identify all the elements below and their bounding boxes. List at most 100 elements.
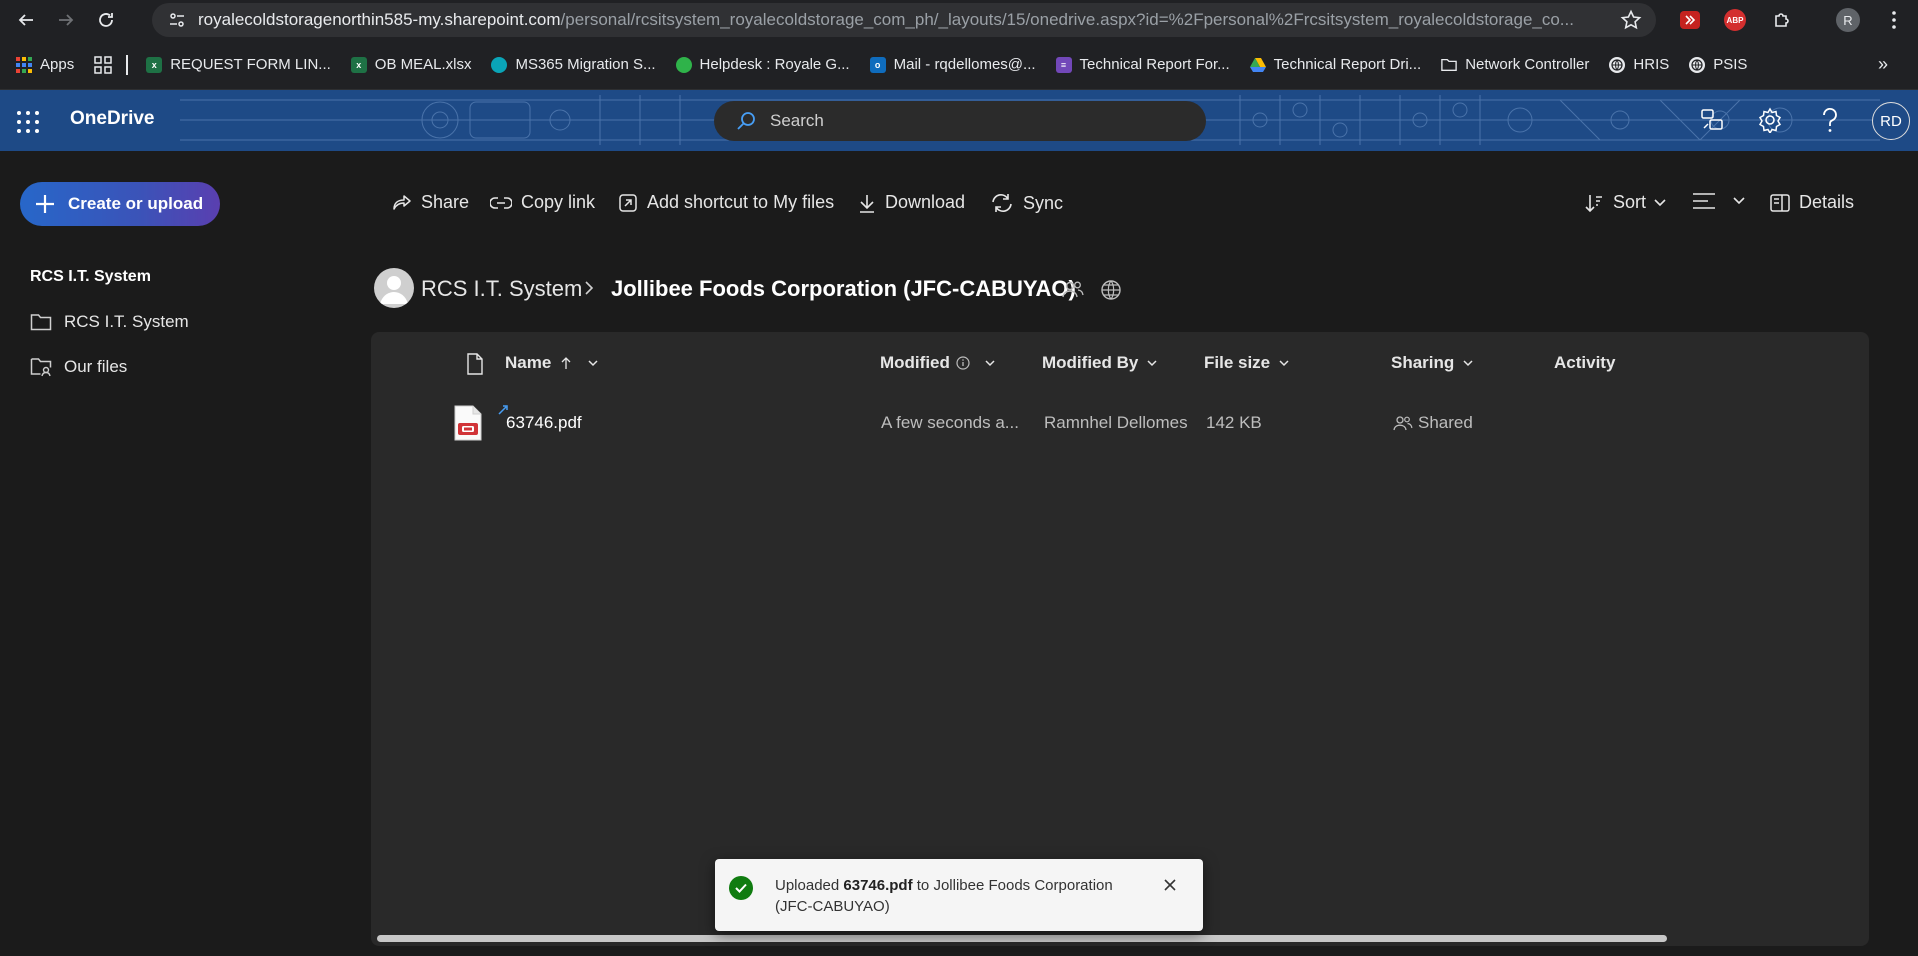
settings-gear-icon[interactable] — [1757, 107, 1783, 133]
feedback-icon[interactable] — [1699, 107, 1725, 133]
column-sharing[interactable]: Sharing — [1391, 353, 1474, 373]
bookmark-label: OB MEAL.xlsx — [374, 56, 472, 73]
address-bar[interactable]: royalecoldstoragenorthin585-my.sharepoin… — [152, 3, 1656, 37]
bookmark-label: Apps — [40, 56, 75, 73]
forward-icon[interactable] — [48, 2, 84, 38]
toast-file: 63746.pdf — [843, 877, 913, 894]
bookmark-request-form[interactable]: x REQUEST FORM LIN... — [146, 56, 331, 73]
file-name-link[interactable]: 63746.pdf — [506, 413, 582, 433]
bookmark-apps[interactable]: Apps — [16, 56, 74, 73]
file-type-header-icon[interactable] — [458, 353, 484, 375]
column-modified-by[interactable]: Modified By — [1042, 353, 1158, 373]
upload-toast: Uploaded 63746.pdf to Jollibee Foods Cor… — [715, 859, 1203, 931]
create-or-upload-button[interactable]: Create or upload — [20, 182, 220, 226]
column-modified[interactable]: Modified — [880, 353, 996, 373]
bookmark-network-controller[interactable]: Network Controller — [1441, 56, 1589, 73]
column-activity[interactable]: Activity — [1554, 353, 1615, 373]
sync-button[interactable]: Sync — [990, 192, 1063, 214]
app-title[interactable]: OneDrive — [70, 108, 154, 130]
bookmark-psis[interactable]: PSIS — [1689, 56, 1747, 73]
url-text[interactable]: royalecoldstoragenorthin585-my.sharepoin… — [198, 10, 1578, 30]
bookmark-label: Technical Report Dri... — [1273, 56, 1422, 73]
add-shortcut-icon — [619, 193, 637, 212]
excel-icon: x — [350, 56, 367, 73]
column-modified-by-label: Modified By — [1042, 353, 1139, 372]
link-icon — [490, 196, 512, 209]
download-icon — [860, 194, 874, 213]
back-icon[interactable] — [8, 2, 44, 38]
file-sharing-label: Shared — [1418, 413, 1473, 432]
user-avatar[interactable]: RD — [1872, 102, 1910, 140]
copy-link-button[interactable]: Copy link — [490, 192, 595, 213]
copy-link-label: Copy link — [521, 192, 596, 212]
site-info-icon[interactable] — [160, 3, 194, 37]
shared-people-icon[interactable] — [1062, 279, 1084, 299]
chevron-down-icon — [1733, 197, 1745, 205]
reload-icon[interactable] — [88, 2, 124, 38]
drive-icon — [1249, 57, 1266, 73]
search-icon — [736, 111, 756, 131]
app-launcher-icon[interactable] — [16, 110, 40, 134]
sidebar-item-our-files[interactable]: Our files — [30, 357, 127, 377]
migration-icon — [491, 56, 508, 73]
extensions-puzzle-icon[interactable] — [1768, 6, 1796, 34]
share-button[interactable]: Share — [392, 192, 469, 213]
toast-prefix: Uploaded — [775, 877, 840, 894]
bookmark-label: PSIS — [1713, 56, 1748, 73]
bookmark-ms365-migration[interactable]: MS365 Migration S... — [491, 56, 656, 73]
adblock-extension-icon[interactable]: ABP — [1724, 9, 1746, 31]
bookmark-label: MS365 Migration S... — [515, 56, 656, 73]
sidebar-item-rcs-it-system[interactable]: RCS I.T. System — [30, 312, 189, 332]
owner-avatar — [374, 268, 414, 308]
browser-menu-icon[interactable] — [1880, 6, 1908, 34]
create-label: Create or upload — [68, 194, 204, 213]
file-sharing[interactable]: Shared — [1393, 413, 1473, 433]
column-activity-label: Activity — [1554, 353, 1616, 372]
more-bookmarks-icon[interactable]: » — [1878, 54, 1888, 75]
headset-icon — [675, 56, 692, 73]
forms-icon: ≡ — [1055, 56, 1072, 73]
bookmark-ob-meal[interactable]: x OB MEAL.xlsx — [350, 56, 472, 73]
chevron-down-icon — [1147, 360, 1157, 367]
bookmark-helpdesk[interactable]: Helpdesk : Royale G... — [675, 56, 850, 73]
globe-icon — [1609, 56, 1626, 73]
search-input[interactable] — [770, 111, 1170, 131]
chevron-down-icon — [1279, 360, 1289, 367]
column-file-size[interactable]: File size — [1204, 353, 1290, 373]
bookmark-hris[interactable]: HRIS — [1609, 56, 1669, 73]
url-host: royalecoldstoragenorthin585-my.sharepoin… — [198, 10, 561, 29]
extension-red-icon[interactable] — [1680, 11, 1700, 29]
bookmark-tech-report-form[interactable]: ≡ Technical Report For... — [1055, 56, 1230, 73]
view-options-button[interactable] — [1692, 192, 1754, 210]
file-modified-by[interactable]: Ramnhel Dellomes — [1044, 413, 1188, 433]
help-icon[interactable] — [1820, 107, 1840, 133]
sort-button[interactable]: Sort — [1584, 192, 1675, 213]
sidebar-section-title[interactable]: RCS I.T. System — [30, 268, 151, 286]
column-sharing-label: Sharing — [1391, 353, 1455, 372]
breadcrumb-root[interactable]: RCS I.T. System — [421, 276, 582, 302]
breadcrumb-current-folder[interactable]: Jollibee Foods Corporation (JFC-CABUYAO) — [611, 276, 1076, 302]
bookmark-tech-report-drive[interactable]: Technical Report Dri... — [1249, 56, 1422, 73]
apps-grid-icon — [16, 56, 32, 73]
sidebar-item-label: RCS I.T. System — [64, 312, 189, 331]
horizontal-scrollbar[interactable] — [377, 935, 1667, 942]
download-button[interactable]: Download — [858, 192, 965, 213]
search-box[interactable] — [714, 101, 1206, 141]
column-name[interactable]: Name — [505, 353, 599, 373]
tab-groups-icon[interactable] — [94, 55, 112, 74]
add-shortcut-button[interactable]: Add shortcut to My files — [618, 192, 834, 213]
sync-icon — [992, 194, 1012, 212]
close-icon[interactable] — [1163, 878, 1177, 892]
file-modified: A few seconds a... — [881, 413, 1019, 432]
share-label: Share — [421, 192, 470, 212]
bookmark-mail[interactable]: o Mail - rqdellomes@... — [869, 56, 1036, 73]
sort-ascending-icon — [561, 357, 571, 369]
list-view-icon — [1693, 193, 1715, 209]
details-button[interactable]: Details — [1770, 192, 1854, 213]
globe-icon[interactable] — [1100, 279, 1122, 301]
bookmark-label: Technical Report For... — [1079, 56, 1230, 73]
success-check-icon — [729, 876, 753, 900]
browser-profile-avatar[interactable]: R — [1836, 8, 1860, 32]
column-name-label: Name — [505, 353, 552, 372]
bookmark-star-icon[interactable] — [1620, 9, 1642, 31]
